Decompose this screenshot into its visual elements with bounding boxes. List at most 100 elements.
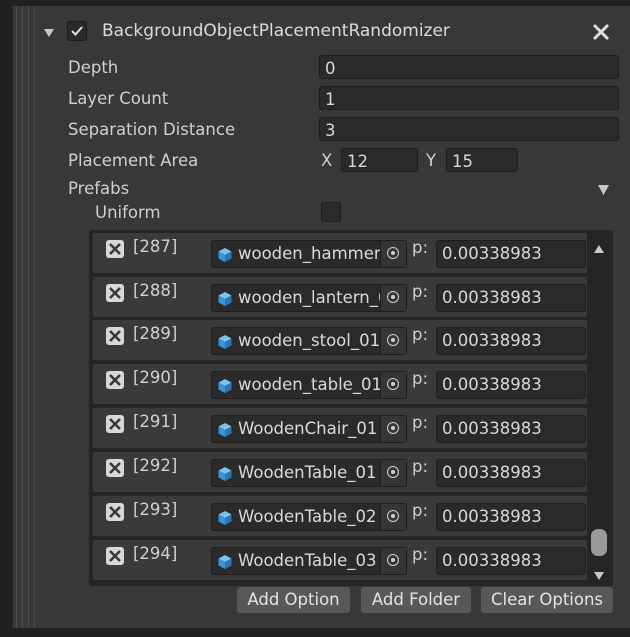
- uniform-label: Uniform: [95, 203, 161, 222]
- placement-area-y-field[interactable]: 15: [446, 148, 518, 172]
- scroll-down-arrow-icon[interactable]: [593, 566, 605, 585]
- prefab-object-field[interactable]: wooden_stool_01: [211, 327, 407, 355]
- prefab-cube-icon: [218, 379, 232, 393]
- prefab-object-field[interactable]: WoodenTable_01: [211, 459, 407, 487]
- prefab-name: WoodenTable_03: [238, 551, 377, 570]
- probability-label: p:: [412, 282, 429, 301]
- separation-distance-field[interactable]: 3: [319, 117, 619, 141]
- probability-field[interactable]: 0.00338983: [436, 371, 586, 399]
- probability-field[interactable]: 0.00338983: [436, 240, 586, 268]
- prefab-cube-icon: [218, 511, 232, 525]
- prefab-name: wooden_hammer_01: [238, 244, 382, 263]
- prefab-object-field[interactable]: WoodenTable_03: [211, 547, 407, 575]
- list-item: [290] wooden_table_01 p: 0.00338983: [93, 364, 587, 404]
- probability-label: p:: [412, 325, 429, 344]
- placement-area-y-label[interactable]: Y: [426, 151, 436, 170]
- item-index: [292]: [133, 456, 178, 475]
- list-item: [293] WoodenTable_02 p: 0.00338983: [93, 496, 587, 536]
- remove-item-icon[interactable]: [106, 327, 124, 345]
- remove-item-icon[interactable]: [106, 415, 124, 433]
- prefab-cube-icon: [218, 335, 232, 349]
- remove-item-icon[interactable]: [106, 284, 124, 302]
- add-option-button[interactable]: Add Option: [237, 587, 350, 613]
- placement-area-x-label[interactable]: X: [321, 151, 332, 170]
- scrollbar-thumb[interactable]: [591, 529, 607, 556]
- prefab-object-field[interactable]: WoodenTable_02: [211, 503, 407, 531]
- indent-guide: [22, 6, 23, 628]
- item-index: [289]: [133, 324, 178, 343]
- probability-label: p:: [412, 457, 429, 476]
- prefab-cube-icon: [218, 292, 232, 306]
- probability-field[interactable]: 0.00338983: [436, 547, 586, 575]
- object-picker-icon[interactable]: [380, 372, 406, 398]
- separation-distance-label: Separation Distance: [68, 120, 236, 139]
- item-index: [294]: [133, 544, 178, 563]
- prefab-cube-icon: [218, 555, 232, 569]
- probability-field[interactable]: 0.00338983: [436, 459, 586, 487]
- indent-guide: [16, 6, 17, 628]
- remove-item-icon[interactable]: [106, 459, 124, 477]
- layer-count-label: Layer Count: [68, 89, 169, 108]
- close-icon[interactable]: [592, 23, 610, 45]
- prefab-object-field[interactable]: wooden_table_01: [211, 371, 407, 399]
- probability-field[interactable]: 0.00338983: [436, 503, 586, 531]
- list-item: [291] WoodenChair_01 p: 0.00338983: [93, 408, 587, 448]
- prefab-cube-icon: [218, 423, 232, 437]
- object-picker-icon[interactable]: [380, 328, 406, 354]
- add-folder-button[interactable]: Add Folder: [361, 587, 471, 613]
- object-picker-icon[interactable]: [380, 548, 406, 574]
- clear-options-button[interactable]: Clear Options: [481, 587, 613, 613]
- prefab-object-field[interactable]: wooden_lantern_01: [211, 284, 407, 312]
- object-picker-icon[interactable]: [380, 504, 406, 530]
- probability-label: p:: [412, 501, 429, 520]
- prefab-object-field[interactable]: WoodenChair_01: [211, 415, 407, 443]
- prefab-name: wooden_stool_01: [238, 331, 381, 350]
- probability-field[interactable]: 0.00338983: [436, 415, 586, 443]
- list-item: [289] wooden_stool_01 p: 0.00338983: [93, 320, 587, 360]
- object-picker-icon[interactable]: [380, 416, 406, 442]
- component-enabled-checkbox[interactable]: [67, 21, 87, 41]
- list-item: [294] WoodenTable_03 p: 0.00338983: [93, 540, 587, 580]
- prefab-object-field[interactable]: wooden_hammer_01: [211, 240, 407, 268]
- prefab-name: WoodenTable_02: [238, 507, 377, 526]
- depth-field[interactable]: 0: [319, 55, 619, 79]
- indent-guide: [34, 6, 35, 628]
- probability-label: p:: [412, 545, 429, 564]
- prefabs-label: Prefabs: [68, 179, 130, 198]
- probability-field[interactable]: 0.00338983: [436, 284, 586, 312]
- object-picker-icon[interactable]: [380, 460, 406, 486]
- prefab-cube-icon: [218, 248, 232, 262]
- prefabs-foldout-icon[interactable]: [597, 181, 610, 200]
- item-index: [288]: [133, 281, 178, 300]
- uniform-checkbox[interactable]: [321, 202, 341, 222]
- list-item: [292] WoodenTable_01 p: 0.00338983: [93, 452, 587, 492]
- prefab-name: WoodenTable_01: [238, 463, 377, 482]
- probability-label: p:: [412, 238, 429, 257]
- item-index: [290]: [133, 368, 178, 387]
- scroll-up-arrow-icon[interactable]: [593, 239, 605, 258]
- prefab-name: wooden_lantern_01: [238, 288, 382, 307]
- layer-count-field[interactable]: 1: [319, 86, 619, 110]
- prefab-name: wooden_table_01: [238, 375, 382, 394]
- indent-guide: [28, 6, 29, 628]
- prefab-name: WoodenChair_01: [238, 419, 378, 438]
- component-title: BackgroundObjectPlacementRandomizer: [102, 21, 450, 41]
- checkmark-icon: [71, 26, 83, 36]
- list-item: [288] wooden_lantern_01 p: 0.00338983: [93, 277, 587, 317]
- remove-item-icon[interactable]: [106, 240, 124, 258]
- probability-label: p:: [412, 369, 429, 388]
- list-item: [287] wooden_hammer_01 p: 0.00338983: [93, 233, 587, 273]
- probability-label: p:: [412, 413, 429, 432]
- depth-label: Depth: [68, 58, 119, 77]
- placement-area-x-field[interactable]: 12: [341, 148, 418, 172]
- foldout-arrow-icon[interactable]: [43, 24, 55, 43]
- item-index: [287]: [133, 237, 178, 256]
- probability-field[interactable]: 0.00338983: [436, 327, 586, 355]
- remove-item-icon[interactable]: [106, 547, 124, 565]
- remove-item-icon[interactable]: [106, 371, 124, 389]
- object-picker-icon[interactable]: [380, 285, 406, 311]
- prefab-cube-icon: [218, 467, 232, 481]
- remove-item-icon[interactable]: [106, 503, 124, 521]
- object-picker-icon[interactable]: [380, 241, 406, 267]
- item-index: [293]: [133, 500, 178, 519]
